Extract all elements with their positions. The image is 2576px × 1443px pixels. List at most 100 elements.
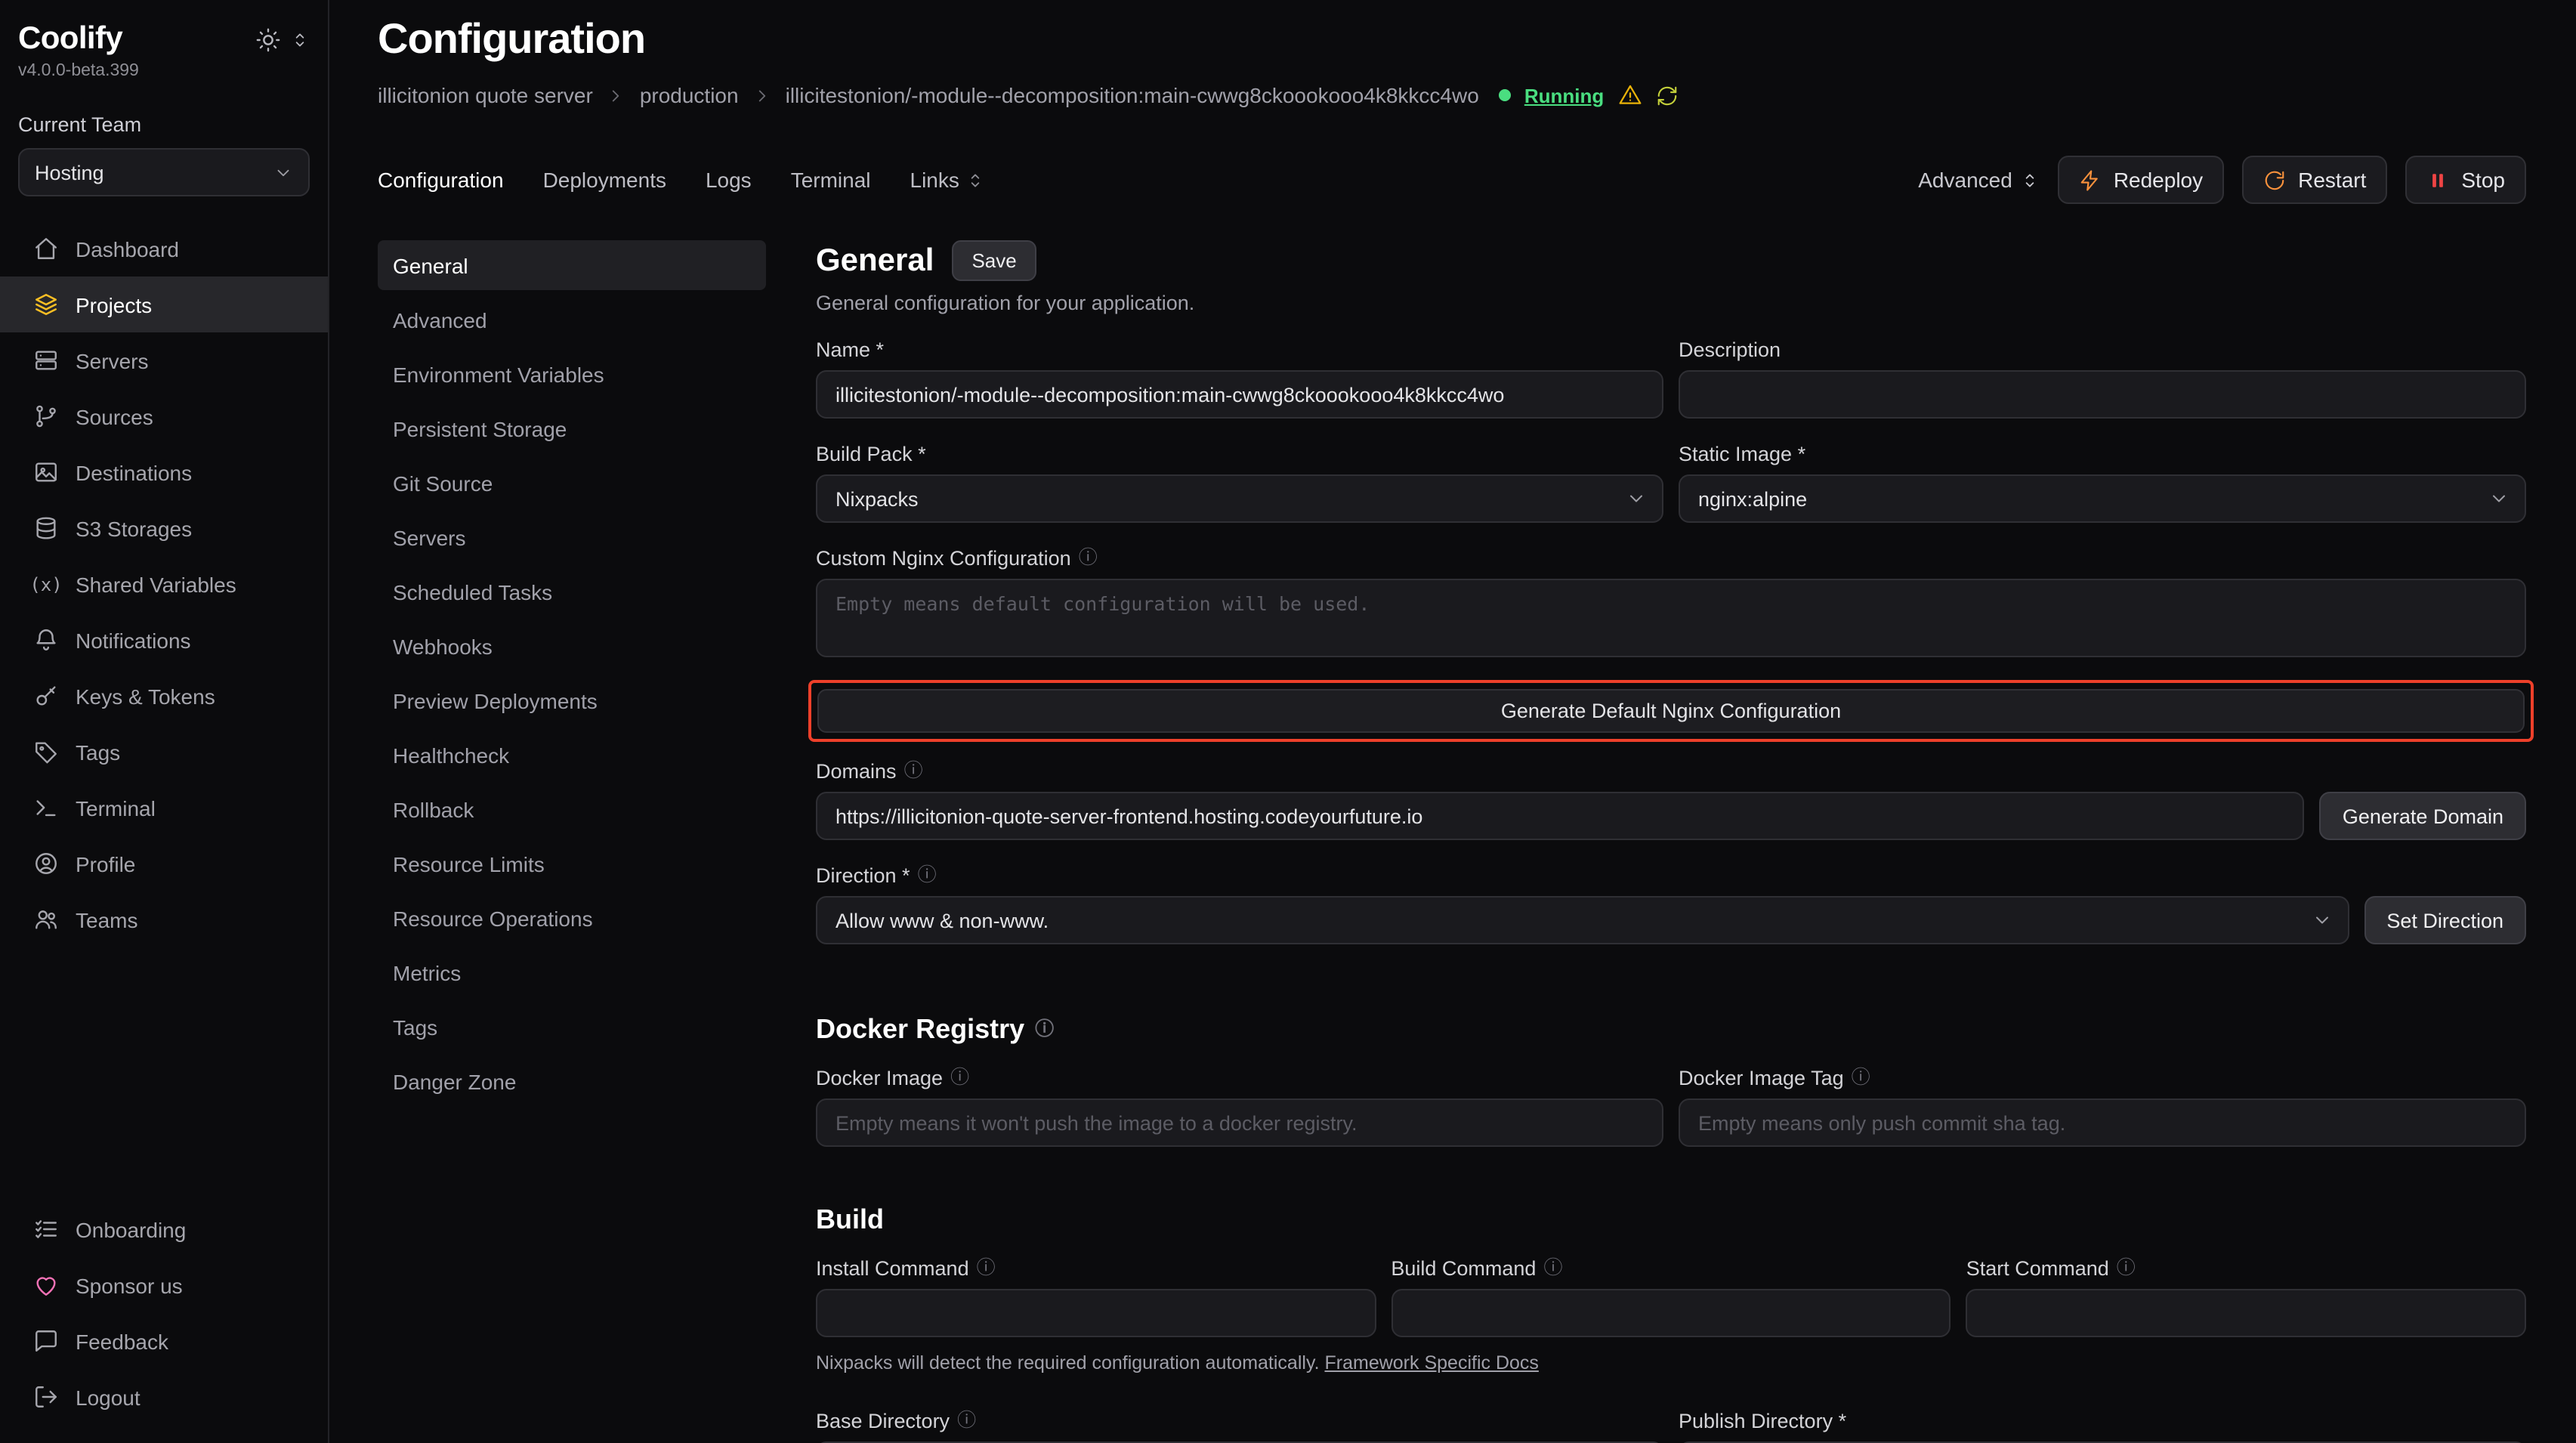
info-icon[interactable]: ⓘ: [2117, 1259, 2136, 1278]
info-icon[interactable]: ⓘ: [1079, 549, 1098, 568]
subnav-rollback[interactable]: Rollback: [378, 784, 766, 834]
restart-button[interactable]: Restart: [2242, 156, 2387, 204]
description-input[interactable]: [1679, 370, 2526, 419]
breadcrumb-environment[interactable]: production: [640, 83, 739, 107]
generate-domain-button[interactable]: Generate Domain: [2320, 792, 2526, 840]
sidebar-item-projects[interactable]: Projects: [0, 277, 328, 332]
subnav-git-source[interactable]: Git Source: [378, 458, 766, 508]
sidebar-item-terminal[interactable]: Terminal: [0, 780, 328, 836]
build-command-label: Build Command: [1391, 1257, 1536, 1280]
sidebar: Coolify v4.0.0-beta.399 Current Team Hos…: [0, 0, 329, 1443]
info-icon[interactable]: ⓘ: [957, 1412, 976, 1431]
tab-deployments[interactable]: Deployments: [543, 168, 666, 192]
sidebar-item-teams[interactable]: Teams: [0, 891, 328, 947]
theme-selector-icon[interactable]: [290, 29, 310, 49]
refresh-status-icon[interactable]: [1655, 84, 1678, 107]
docker-image-tag-input[interactable]: [1679, 1098, 2526, 1147]
sidebar-item-label: Shared Variables: [76, 572, 236, 596]
sidebar-item-notifications[interactable]: Notifications: [0, 612, 328, 668]
info-icon[interactable]: ⓘ: [918, 867, 937, 885]
build-command-input[interactable]: [1391, 1289, 1951, 1337]
breadcrumb-project[interactable]: illicitonion quote server: [378, 83, 593, 107]
sidebar-item-destinations[interactable]: Destinations: [0, 444, 328, 500]
sidebar-item-dashboard[interactable]: Dashboard: [0, 221, 328, 277]
direction-select[interactable]: Allow www & non-www.: [816, 896, 2349, 944]
tab-terminal[interactable]: Terminal: [791, 168, 871, 192]
sidebar-item-s3-storages[interactable]: S3 Storages: [0, 500, 328, 556]
info-icon[interactable]: ⓘ: [1035, 1021, 1054, 1040]
generate-nginx-config-button[interactable]: Generate Default Nginx Configuration: [817, 689, 2525, 733]
static-image-label: Static Image *: [1679, 443, 1805, 465]
chevron-down-icon: [2311, 910, 2332, 931]
subnav-webhooks[interactable]: Webhooks: [378, 621, 766, 671]
build-pack-select[interactable]: Nixpacks: [816, 474, 1663, 523]
info-icon[interactable]: ⓘ: [904, 762, 923, 781]
sidebar-item-profile[interactable]: Profile: [0, 836, 328, 891]
redeploy-button[interactable]: Redeploy: [2058, 156, 2224, 204]
subnav-danger-zone[interactable]: Danger Zone: [378, 1056, 766, 1106]
info-icon[interactable]: ⓘ: [1543, 1259, 1562, 1278]
sidebar-item-sources[interactable]: Sources: [0, 388, 328, 444]
tab-links[interactable]: Links: [910, 168, 985, 192]
set-direction-button[interactable]: Set Direction: [2364, 896, 2526, 944]
framework-docs-link[interactable]: Framework Specific Docs: [1325, 1352, 1539, 1373]
breadcrumb-resource[interactable]: illicitestonion/-module--decomposition:m…: [786, 83, 1479, 107]
chevron-down-icon: [2488, 488, 2510, 509]
sun-icon[interactable]: [255, 26, 281, 52]
subnav-persistent-storage[interactable]: Persistent Storage: [378, 403, 766, 453]
advanced-dropdown[interactable]: Advanced: [1918, 168, 2040, 192]
sidebar-item-tags[interactable]: Tags: [0, 724, 328, 780]
sidebar-item-label: Keys & Tokens: [76, 684, 215, 708]
subnav-environment-variables[interactable]: Environment Variables: [378, 349, 766, 399]
subnav-advanced[interactable]: Advanced: [378, 295, 766, 345]
info-icon[interactable]: ⓘ: [950, 1069, 969, 1088]
tab-configuration[interactable]: Configuration: [378, 168, 504, 192]
main-content: Configuration illicitonion quote server …: [329, 0, 2576, 1443]
warning-icon[interactable]: [1617, 83, 1642, 107]
docker-image-label: Docker Image: [816, 1067, 943, 1089]
info-icon[interactable]: ⓘ: [977, 1259, 996, 1278]
info-icon[interactable]: ⓘ: [1852, 1069, 1870, 1088]
subnav-scheduled-tasks[interactable]: Scheduled Tasks: [378, 567, 766, 616]
coolify-app: Coolify v4.0.0-beta.399 Current Team Hos…: [0, 0, 2576, 1443]
sidebar-item-feedback[interactable]: Feedback: [0, 1313, 328, 1369]
domains-input[interactable]: [816, 792, 2305, 840]
pause-icon: [2426, 168, 2449, 191]
sidebar-item-logout[interactable]: Logout: [0, 1369, 328, 1425]
install-command-label: Install Command: [816, 1257, 969, 1280]
sidebar-item-sponsor-us[interactable]: Sponsor us: [0, 1257, 328, 1313]
start-command-input[interactable]: [1966, 1289, 2526, 1337]
image-icon: [33, 459, 59, 485]
stop-button[interactable]: Stop: [2405, 156, 2526, 204]
docker-image-tag-label: Docker Image Tag: [1679, 1067, 1844, 1089]
subnav-resource-limits[interactable]: Resource Limits: [378, 839, 766, 888]
name-input[interactable]: [816, 370, 1663, 419]
sidebar-item-shared-variables[interactable]: (x) Shared Variables: [0, 556, 328, 612]
subnav-tags[interactable]: Tags: [378, 1002, 766, 1052]
sidebar-footer: Onboarding Sponsor us Feedback Logout: [0, 1201, 328, 1425]
nginx-config-textarea[interactable]: [816, 579, 2526, 657]
subnav-preview-deployments[interactable]: Preview Deployments: [378, 675, 766, 725]
install-command-input[interactable]: [816, 1289, 1376, 1337]
sidebar-item-label: Feedback: [76, 1329, 168, 1353]
sidebar-item-keys-tokens[interactable]: Keys & Tokens: [0, 668, 328, 724]
tab-logs[interactable]: Logs: [706, 168, 752, 192]
sidebar-item-onboarding[interactable]: Onboarding: [0, 1201, 328, 1257]
subnav-servers[interactable]: Servers: [378, 512, 766, 562]
nginx-config-label: Custom Nginx Configuration: [816, 547, 1071, 570]
tab-bar: Configuration Deployments Logs Terminal …: [378, 156, 2526, 204]
subnav-metrics[interactable]: Metrics: [378, 947, 766, 997]
subnav-resource-operations[interactable]: Resource Operations: [378, 893, 766, 943]
docker-image-input[interactable]: [816, 1098, 1663, 1147]
sidebar-item-label: S3 Storages: [76, 516, 192, 540]
sidebar-item-servers[interactable]: Servers: [0, 332, 328, 388]
static-image-select[interactable]: nginx:alpine: [1679, 474, 2526, 523]
tag-icon: [33, 739, 59, 765]
status-running-link[interactable]: Running: [1524, 84, 1604, 107]
direction-value: Allow www & non-www.: [836, 909, 1049, 932]
subnav-healthcheck[interactable]: Healthcheck: [378, 730, 766, 780]
team-select[interactable]: Hosting: [18, 148, 310, 196]
subnav-general[interactable]: General: [378, 240, 766, 290]
save-button[interactable]: Save: [952, 240, 1036, 281]
sidebar-item-label: Dashboard: [76, 236, 179, 261]
